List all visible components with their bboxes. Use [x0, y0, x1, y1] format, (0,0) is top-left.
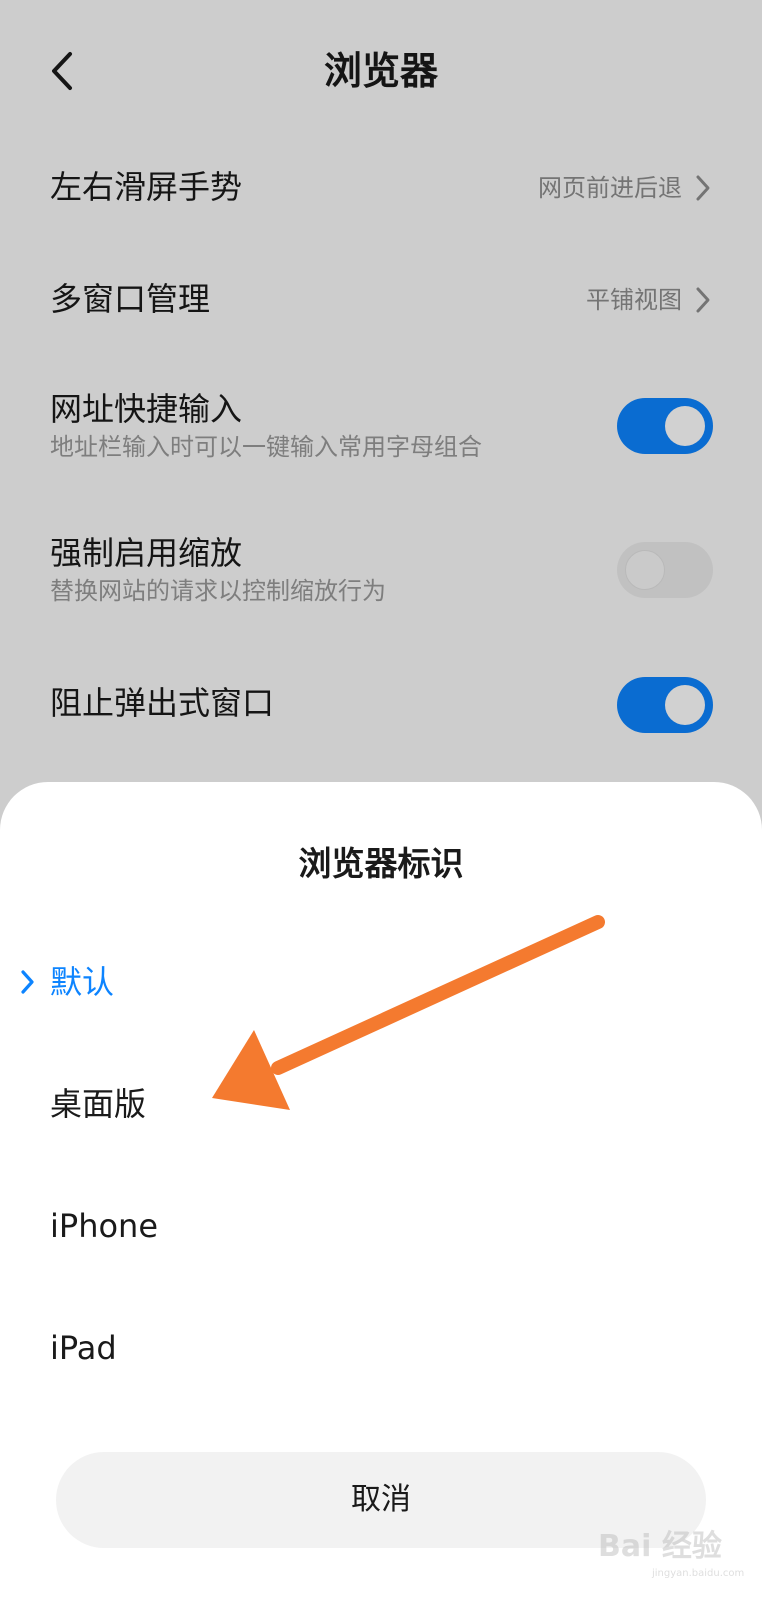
option-label: iPhone	[50, 1207, 159, 1245]
option-label: 默认	[50, 963, 115, 1001]
option-default[interactable]: 默认	[0, 932, 762, 1032]
watermark-url: jingyan.baidu.com	[652, 1568, 745, 1579]
option-ipad[interactable]: iPad	[0, 1298, 762, 1398]
browser-ua-sheet: 浏览器标识 默认 桌面版 iPhone iPad 取消	[0, 782, 762, 1600]
watermark-text: Bai 经验	[598, 1529, 722, 1564]
option-label: 桌面版	[50, 1085, 147, 1123]
baidu-jingyan-watermark: Bai 经验 jingyan.baidu.com	[582, 1516, 752, 1586]
option-desktop[interactable]: 桌面版	[0, 1054, 762, 1154]
option-label: iPad	[50, 1329, 117, 1367]
option-iphone[interactable]: iPhone	[0, 1176, 762, 1276]
sheet-title: 浏览器标识	[298, 844, 464, 883]
checkmark-icon	[21, 970, 34, 994]
